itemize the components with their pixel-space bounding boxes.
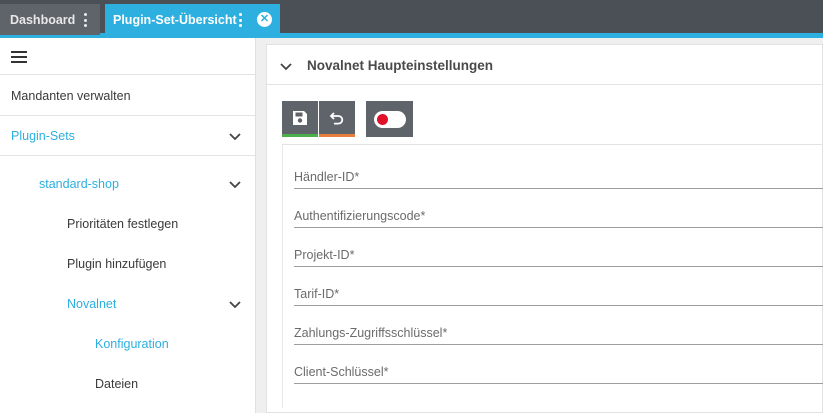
projekt-id-field[interactable] (294, 239, 823, 267)
tab-plugin-set-overview-label: Plugin-Set-Übersicht (113, 12, 237, 27)
sidebar-item-label: Novalnet (67, 297, 117, 311)
authentifizierungscode-input[interactable] (294, 209, 823, 223)
chevron-down-icon[interactable] (228, 129, 242, 143)
sidebar-item-label: Plugin hinzufügen (67, 257, 167, 271)
client-schluessel-input[interactable] (294, 365, 823, 379)
zahlungs-zugriffsschluessel-field[interactable] (294, 317, 823, 345)
sidebar-item-novalnet[interactable]: Novalnet (0, 284, 255, 324)
tab-close-icon[interactable]: ✕ (257, 12, 272, 27)
sidebar-item-prioritaeten[interactable]: Prioritäten festlegen (0, 204, 255, 244)
sidebar-item-label: Dateien (95, 377, 139, 391)
sidebar-item-plugin-sets[interactable]: Plugin-Sets (0, 116, 255, 156)
chevron-down-icon[interactable] (279, 59, 293, 73)
settings-form (282, 144, 823, 408)
panel-header[interactable]: Novalnet Haupteinstellungen (267, 45, 823, 85)
tab-plugin-set-overview[interactable]: Plugin-Set-Übersicht ✕ (105, 4, 280, 35)
sidebar-item-mandanten[interactable]: Mandanten verwalten (0, 76, 255, 116)
tab-dashboard-label: Dashboard (10, 12, 76, 27)
sidebar-item-label: Konfiguration (95, 337, 169, 351)
undo-button[interactable] (319, 101, 355, 137)
haendler-id-input[interactable] (294, 170, 823, 184)
sidebar-item-label: Prioritäten festlegen (67, 217, 179, 231)
tab-dashboard-menu-icon[interactable] (79, 13, 91, 27)
sidebar: Mandanten verwalten Plugin-Sets standard… (0, 38, 256, 413)
save-button[interactable] (282, 101, 318, 137)
save-icon (293, 110, 307, 125)
sidebar-item-standard-shop[interactable]: standard-shop (0, 164, 255, 204)
tab-dashboard[interactable]: Dashboard (0, 4, 100, 35)
settings-panel: Novalnet Haupteinstellungen (266, 44, 823, 413)
sidebar-item-dateien[interactable]: Dateien (0, 364, 255, 404)
tab-plugin-set-menu-icon[interactable] (234, 13, 246, 27)
panel-title: Novalnet Haupteinstellungen (307, 58, 494, 73)
active-toggle-button[interactable] (366, 101, 413, 137)
chevron-down-icon[interactable] (228, 297, 242, 311)
sidebar-item-label: Plugin-Sets (11, 128, 75, 143)
sidebar-item-plugin-hinzufuegen[interactable]: Plugin hinzufügen (0, 244, 255, 284)
undo-icon (329, 111, 344, 124)
haendler-id-field[interactable] (294, 161, 823, 189)
authentifizierungscode-field[interactable] (294, 200, 823, 228)
tab-bar: Dashboard Plugin-Set-Übersicht ✕ (0, 0, 823, 38)
client-schluessel-field[interactable] (294, 356, 823, 384)
zahlungs-zugriffsschluessel-input[interactable] (294, 326, 823, 340)
sidebar-header (0, 38, 255, 75)
hamburger-icon[interactable] (11, 51, 27, 63)
sidebar-item-konfiguration[interactable]: Konfiguration (0, 324, 255, 364)
sidebar-item-label: standard-shop (39, 177, 119, 191)
sidebar-item-label: Mandanten verwalten (11, 88, 131, 103)
tarif-id-input[interactable] (294, 287, 823, 301)
toggle-icon (373, 110, 406, 128)
main-content: Novalnet Haupteinstellungen (256, 38, 823, 413)
chevron-down-icon[interactable] (228, 177, 242, 191)
projekt-id-input[interactable] (294, 248, 823, 262)
tarif-id-field[interactable] (294, 278, 823, 306)
